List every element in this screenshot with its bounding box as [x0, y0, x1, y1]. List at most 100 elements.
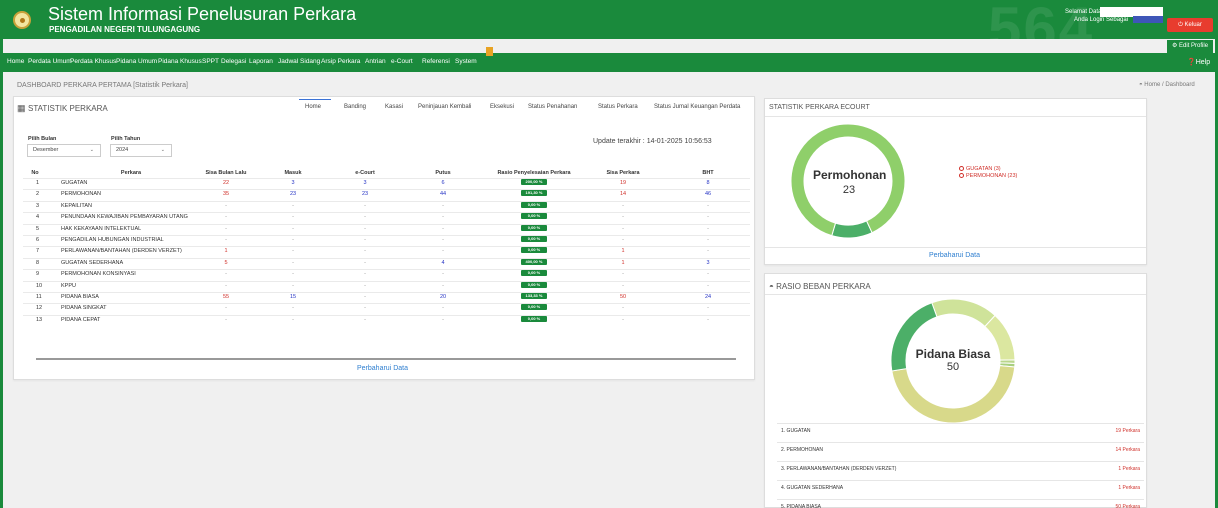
cell-putus: - [442, 202, 444, 209]
cell-ecourt: - [364, 248, 366, 255]
nav-item-pidana-khusus[interactable]: Pidana Khusus [158, 58, 202, 65]
rasio-item-value: 19 Perkara [1115, 428, 1140, 434]
cell-sisa: - [622, 305, 624, 312]
help-link[interactable]: ❓Help [1187, 58, 1210, 66]
nav-item-arsip-perkara[interactable]: Arsip Perkara [321, 58, 360, 65]
tab-kasasi[interactable]: Kasasi [385, 104, 403, 110]
nav-item-home[interactable]: Home [7, 58, 24, 65]
page-title-main: DASHBOARD PERKARA PERTAMA [17, 82, 132, 89]
legend-permohonan-label: PERMOHONAN (23) [966, 173, 1018, 179]
nav-item-perdata-umum[interactable]: Perdata Umum [28, 58, 72, 65]
rasio-list-item: 3. PERLAWANAN/BANTAHAN (DERDEN VERZET) 1 … [777, 464, 1144, 476]
logout-button[interactable]: ⏻ Keluar [1167, 18, 1213, 32]
cell-sisa: - [622, 237, 624, 243]
rasio-badge: 0,00 % [521, 213, 547, 220]
row-number: 7 [36, 248, 40, 255]
row-number: 11 [36, 294, 42, 300]
col-no: No [31, 170, 39, 176]
rasio-badge: 0,00 % [521, 224, 547, 231]
table-row [23, 269, 750, 271]
col-sisa-bulan-lalu: Sisa Bulan Lalu [205, 170, 247, 176]
row-perkara-name: PERMOHONAN [61, 191, 102, 198]
nav-item-perdata-khusus[interactable]: Perdata Khusus [70, 58, 116, 65]
legend-permohonan[interactable]: PERMOHONAN (23) [959, 173, 1017, 179]
question-icon: ❓ [1187, 59, 1196, 66]
nav-item-antrian[interactable]: Antrian [365, 58, 386, 65]
legend-gugatan[interactable]: GUGATAN (3) [959, 166, 1001, 172]
tab-status-perkara[interactable]: Status Perkara [598, 104, 638, 110]
year-select[interactable]: 2024 ⌄ [110, 144, 172, 157]
rasio-list-item: 4. GUGATAN SEDERHANA 1 Perkara [777, 483, 1144, 495]
logout-label: Keluar [1184, 22, 1202, 28]
tab-peninjauan-kembali[interactable]: Peninjauan Kembali [418, 104, 471, 110]
nav-item-system[interactable]: System [455, 58, 477, 65]
refresh-statistik-link[interactable]: Perbaharui Data [357, 365, 408, 372]
tab-status-penahanan[interactable]: Status Penahanan [528, 104, 577, 110]
month-select-value: Desember [33, 147, 59, 153]
chevron-down-icon: ⌄ [160, 147, 165, 153]
row-perkara-name: KPPU [61, 282, 76, 289]
cell-sisa-lalu: 1 [224, 248, 228, 255]
donut-slice[interactable] [831, 220, 873, 239]
ecourt-footer-divider [765, 247, 1146, 248]
nav-item-jadwal-sidang[interactable]: Jadwal Sidang [278, 58, 320, 65]
cell-putus: 4 [441, 259, 445, 266]
nav-item-delegasi[interactable]: Delegasi [221, 58, 246, 65]
table-row [23, 223, 750, 225]
month-select[interactable]: Desember ⌄ [27, 144, 101, 157]
tab-banding[interactable]: Banding [344, 104, 366, 110]
cell-sisa-lalu: - [225, 305, 227, 312]
row-number: 3 [36, 202, 40, 209]
legend-gugatan-label: GUGATAN (3) [966, 166, 1001, 172]
rasio-item-value: 1 Perkara [1118, 485, 1140, 491]
page-title: DASHBOARD PERKARA PERTAMA [Statistik Per… [17, 82, 188, 89]
donut-slice[interactable] [931, 298, 996, 328]
cell-bht: - [707, 225, 709, 232]
rasio-divider [777, 499, 1144, 500]
nav-item-pidana-umum[interactable]: Pidana Umum [116, 58, 157, 65]
cell-sisa: - [622, 225, 624, 232]
row-number: 8 [36, 259, 40, 266]
row-number: 6 [36, 237, 40, 243]
col-ecourt: e-Court [355, 170, 375, 176]
nav-item-laporan[interactable]: Laporan [249, 58, 273, 65]
cell-ecourt: 3 [363, 180, 367, 186]
app-title: Sistem Informasi Penelusuran Perkara [48, 4, 357, 24]
edit-profile-button[interactable]: ⚙ Edit Profile [1167, 40, 1213, 53]
rasio-center-value: 50 [946, 361, 960, 373]
cell-masuk: 15 [289, 294, 297, 300]
rasio-divider [777, 480, 1144, 481]
table-row [23, 200, 750, 202]
cell-sisa-lalu: - [225, 282, 227, 289]
tab-status-keuangan[interactable]: Status Jumal Keuangan Perdata [654, 104, 740, 110]
rasio-divider [777, 442, 1144, 443]
table-row [23, 292, 750, 293]
cell-ecourt: - [364, 214, 366, 221]
nav-item-sppt[interactable]: SPPT [202, 58, 219, 65]
nav-item-ecourt[interactable]: e-Court [391, 58, 413, 65]
row-perkara-name: PIDANA BIASA [61, 294, 99, 300]
user-role-highlight [1133, 16, 1163, 23]
tab-eksekusi[interactable]: Eksekusi [490, 104, 514, 110]
nav-item-referensi[interactable]: Referensi [422, 58, 450, 65]
page-title-sub: [Statistik Perkara] [133, 82, 188, 89]
donut-slice[interactable] [891, 365, 1016, 424]
rasio-title-text: RASIO BEBAN PERKARA [776, 282, 871, 291]
table-row [23, 178, 750, 179]
breadcrumb-home[interactable]: Home [1144, 82, 1160, 88]
dashboard-gauge-icon: ◓ [769, 282, 777, 291]
refresh-ecourt-link[interactable]: Perbaharui Data [929, 252, 980, 259]
breadcrumb-current: Dashboard [1165, 82, 1195, 88]
cell-bht: - [707, 248, 709, 255]
rasio-list-item: 2. PERMOHONAN 14 Perkara [777, 445, 1144, 457]
rasio-title: ◓ RASIO BEBAN PERKARA [769, 282, 871, 291]
cell-bht: - [707, 271, 709, 278]
rasio-divider [777, 423, 1144, 424]
breadcrumb-separator: / [1161, 82, 1164, 88]
help-label: Help [1195, 59, 1211, 66]
tab-home[interactable]: Home [305, 104, 321, 110]
cell-putus: - [442, 316, 444, 323]
court-logo-icon [13, 11, 31, 29]
table-row [23, 280, 750, 282]
rasio-center-label: Pidana Biasa [915, 347, 991, 361]
